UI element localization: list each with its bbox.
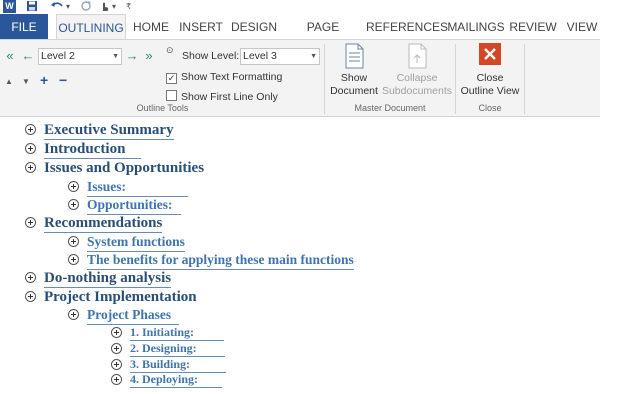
collapse-subdocuments-icon: [406, 43, 428, 69]
outline-heading-text: Do-nothing analysis: [44, 270, 172, 288]
expand-icon[interactable]: +: [40, 73, 48, 87]
chevron-down-icon: ▼: [112, 53, 119, 60]
outline-subheading-text: The benefits for applying these main fun…: [87, 251, 354, 270]
show-level-label: Show Level:: [182, 50, 240, 62]
close-icon: [479, 43, 501, 65]
expand-plus-icon[interactable]: [25, 143, 36, 154]
show-first-line-only-label: Show First Line Only: [181, 91, 278, 103]
show-text-formatting-row[interactable]: ✓ Show Text Formatting: [166, 70, 282, 85]
close-label-2: Outline View: [460, 85, 520, 97]
outline-item-text: 1. Initiating:: [130, 324, 225, 341]
show-document-label-2: Document: [330, 85, 378, 97]
collapse-icon[interactable]: −: [59, 73, 67, 87]
move-down-icon[interactable]: ▼: [22, 76, 30, 88]
outline-subheading-text: Project Phases: [87, 306, 180, 325]
outline-heading-text: Introduction: [44, 140, 142, 159]
expand-plus-icon[interactable]: [111, 374, 122, 385]
ribbon: « ← Level 2 ▼ → » ▲ ▼ + − ⊙ Show Level: …: [0, 39, 600, 117]
master-document-group-label: Master Document: [354, 103, 426, 113]
close-outline-view-button[interactable]: Close Outline View: [456, 43, 524, 98]
show-text-formatting-checkbox[interactable]: ✓: [166, 73, 177, 84]
expand-plus-icon[interactable]: [68, 236, 79, 247]
save-icon[interactable]: [26, 0, 38, 13]
outline-heading-text: Project Implementation: [44, 289, 197, 305]
document-icon: [343, 43, 365, 69]
tab-insert[interactable]: INSERT: [176, 14, 226, 40]
outline-tools-group-label: Outline Tools: [136, 103, 189, 113]
promote-to-heading-1-icon[interactable]: «: [3, 49, 17, 63]
customize-toolbar-icon[interactable]: ₹: [126, 0, 131, 13]
tab-references[interactable]: REFERENCES: [366, 14, 448, 40]
expand-plus-icon[interactable]: [111, 327, 122, 338]
show-level-select[interactable]: Level 3 ▼: [240, 48, 320, 65]
tab-page-layout[interactable]: PAGE LAYOUT: [282, 14, 364, 60]
expand-plus-icon[interactable]: [25, 124, 36, 135]
expand-plus-icon[interactable]: [25, 217, 36, 228]
tab-review[interactable]: REVIEW: [508, 14, 558, 40]
demote-to-body-text-icon[interactable]: »: [142, 49, 156, 63]
collapse-subdocuments-button[interactable]: Collapse Subdocuments: [380, 43, 454, 98]
ribbon-tabs: FILE OUTLINING HOME INSERT DESIGN PAGE L…: [0, 14, 640, 60]
outline-document: Executive Summary Introduction Issues an…: [0, 118, 640, 394]
outline-level-select[interactable]: Level 2 ▼: [38, 48, 122, 65]
outline-level-value: Level 2: [41, 50, 75, 62]
quick-access-toolbar: W ▾ ▾ ₹: [0, 0, 640, 14]
tab-mailings[interactable]: MAILINGS: [446, 14, 506, 40]
outline-item-text: 2. Designing:: [130, 340, 225, 357]
tab-file[interactable]: FILE: [0, 14, 48, 40]
outline-subheading-text: System functions: [87, 233, 185, 252]
expand-plus-icon[interactable]: [25, 162, 36, 173]
group-divider: [324, 44, 325, 114]
outline-subheading-text: Issues:: [87, 178, 189, 197]
expand-plus-icon[interactable]: [111, 359, 122, 370]
expand-plus-icon[interactable]: [68, 309, 79, 320]
expand-plus-icon[interactable]: [25, 272, 36, 283]
expand-plus-icon[interactable]: [68, 199, 79, 210]
show-level-icon: ⊙: [166, 45, 174, 55]
tab-home[interactable]: HOME: [128, 14, 174, 40]
tab-outlining[interactable]: OUTLINING: [56, 14, 126, 40]
undo-icon[interactable]: [50, 0, 64, 13]
show-document-label-1: Show: [340, 72, 368, 84]
move-up-icon[interactable]: ▲: [5, 76, 13, 88]
expand-plus-icon[interactable]: [25, 291, 36, 302]
word-logo-icon: W: [3, 0, 16, 13]
outline-subheading-text: Opportunities:: [87, 196, 181, 215]
outline-heading-text: Issues and Opportunities: [44, 160, 205, 176]
group-divider: [524, 44, 525, 114]
touch-dropdown-icon[interactable]: ▾: [112, 0, 116, 13]
show-text-formatting-label: Show Text Formatting: [181, 71, 283, 83]
show-document-button[interactable]: Show Document: [326, 43, 382, 98]
collapse-subdocuments-label-1: Collapse: [396, 72, 438, 84]
tab-view[interactable]: VIEW: [560, 14, 604, 40]
close-label-1: Close: [476, 72, 504, 84]
redo-icon[interactable]: [80, 0, 92, 13]
chevron-down-icon: ▼: [310, 53, 317, 60]
promote-icon[interactable]: ←: [21, 49, 35, 63]
expand-plus-icon[interactable]: [68, 181, 79, 192]
undo-dropdown-icon[interactable]: ▾: [66, 0, 70, 13]
expand-plus-icon[interactable]: [111, 343, 122, 354]
demote-icon[interactable]: →: [125, 49, 139, 63]
outline-item-text: 4. Deploying:: [130, 371, 223, 388]
close-group-label: Close: [478, 103, 502, 113]
show-first-line-only-checkbox[interactable]: [166, 90, 177, 101]
show-level-value: Level 3: [243, 50, 277, 62]
collapse-subdocuments-label-2: Subdocuments: [381, 85, 453, 97]
touch-mode-icon[interactable]: [98, 0, 110, 13]
outline-heading-text: Recommendations: [44, 215, 163, 233]
expand-plus-icon[interactable]: [68, 254, 79, 265]
tab-design[interactable]: DESIGN: [228, 14, 280, 40]
outline-heading-text: Executive Summary: [44, 122, 174, 140]
